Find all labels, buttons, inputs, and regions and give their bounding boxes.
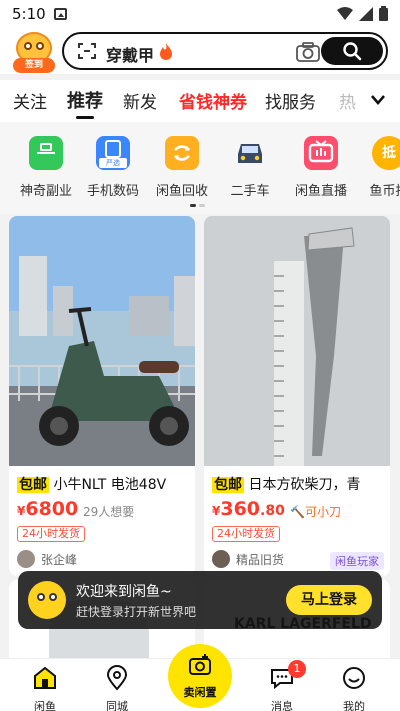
category-live[interactable]: 闲鱼直播 [289, 136, 353, 199]
tab-follow[interactable]: 关注 [13, 88, 47, 113]
tab-coupons[interactable]: 省钱神券 [179, 88, 247, 113]
sell-item-button[interactable]: 卖闲置 [166, 644, 234, 708]
image-notification-icon [54, 8, 67, 20]
signin-button[interactable]: 签到 [13, 32, 55, 74]
car-icon [233, 136, 267, 170]
nav-nearby[interactable]: 同城 [87, 665, 147, 711]
seller-info[interactable]: 精品旧货 [212, 550, 284, 568]
search-bar[interactable]: 穿戴甲 [62, 32, 388, 70]
product-price: ¥6800 [17, 498, 79, 520]
shipping-tag: 24小时发货 [17, 526, 85, 542]
product-card[interactable]: 包邮 小牛NLT 电池48V ¥6800 29人想要 24小时发货 张企峰 [9, 216, 195, 576]
category-fish-coins[interactable]: 抵 鱼币抵 [357, 136, 400, 199]
avatar [17, 550, 35, 568]
free-shipping-badge: 包邮 [17, 477, 49, 493]
scan-icon[interactable] [78, 43, 96, 59]
category-side-hustle[interactable]: 神奇副业 [14, 136, 78, 199]
free-shipping-badge: 包邮 [212, 477, 244, 493]
status-bar: 5:10 [0, 0, 400, 30]
smile-face-icon [343, 667, 365, 689]
shipping-tag: 24小时发货 [212, 526, 280, 542]
search-keyword[interactable]: 穿戴甲 [106, 42, 154, 66]
camera-icon[interactable] [296, 42, 320, 62]
fire-icon [160, 43, 172, 60]
feed-tabs: 关注 推荐 新发 省钱神券 找服务 热 [0, 80, 400, 122]
product-photo-knife[interactable] [204, 216, 390, 466]
tab-services[interactable]: 找服务 [265, 88, 316, 113]
active-tab-indicator [76, 116, 94, 119]
location-pin-icon [106, 665, 128, 691]
category-strip: 神奇副业 严选 手机数码 闲鱼回收 二手车 闲鱼直播 抵 鱼币抵 [0, 122, 400, 214]
signal-icon [359, 6, 373, 21]
banner-title: 欢迎来到闲鱼~ [76, 584, 172, 600]
briefcase-icon [29, 136, 63, 170]
home-icon [34, 666, 56, 689]
mascot-icon [28, 581, 66, 619]
login-banner: 欢迎来到闲鱼~ 赶快登录打开新世界吧 马上登录 [18, 571, 382, 629]
product-card[interactable]: 包邮 日本方砍柴刀，青 ¥360.80 🔨可小刀 24小时发货 精品旧货 闲鱼玩… [204, 216, 390, 576]
product-price: ¥360.80 [212, 498, 285, 520]
page-indicator [190, 204, 205, 207]
seller-info[interactable]: 张企峰 [17, 550, 77, 568]
status-time: 5:10 [12, 5, 46, 23]
wifi-icon [337, 6, 353, 20]
seller-badge: 闲鱼玩家 [330, 552, 384, 570]
tab-recommend[interactable]: 推荐 [67, 87, 103, 113]
banner-subtitle: 赶快登录打开新世界吧 [76, 605, 197, 619]
phone-icon: 严选 [96, 136, 130, 170]
want-count: 29人想要 [83, 505, 135, 519]
seller-name: 精品旧货 [236, 552, 285, 567]
chevron-down-icon[interactable] [370, 94, 386, 106]
search-button[interactable] [321, 37, 383, 65]
tab-new[interactable]: 新发 [123, 88, 157, 113]
login-button[interactable]: 马上登录 [286, 585, 372, 615]
app-header: 签到 穿戴甲 [0, 30, 400, 74]
product-title: 包邮 小牛NLT 电池48V [17, 477, 167, 493]
search-icon [343, 42, 362, 61]
tab-hot[interactable]: 热 [339, 88, 356, 113]
system-icons [337, 6, 388, 21]
nav-profile[interactable]: 我的 [324, 665, 384, 711]
negotiable-tag: 🔨可小刀 [290, 505, 341, 519]
camera-plus-icon [189, 654, 211, 675]
coin-icon: 抵 [372, 136, 400, 170]
recycle-icon [165, 136, 199, 170]
avatar [212, 550, 230, 568]
category-phones[interactable]: 严选 手机数码 [81, 136, 145, 199]
signin-label: 签到 [13, 58, 55, 73]
tv-icon [304, 136, 338, 170]
message-count-badge: 1 [288, 660, 306, 678]
product-photo-scooter[interactable] [9, 216, 195, 466]
product-title: 包邮 日本方砍柴刀，青 [212, 477, 361, 493]
category-recycle[interactable]: 闲鱼回收 [150, 136, 214, 199]
category-used-cars[interactable]: 二手车 [218, 136, 282, 199]
seller-name: 张企峰 [41, 552, 78, 567]
battery-icon [379, 6, 388, 21]
strict-select-badge: 严选 [99, 158, 127, 168]
nav-home[interactable]: 闲鱼 [15, 665, 75, 711]
